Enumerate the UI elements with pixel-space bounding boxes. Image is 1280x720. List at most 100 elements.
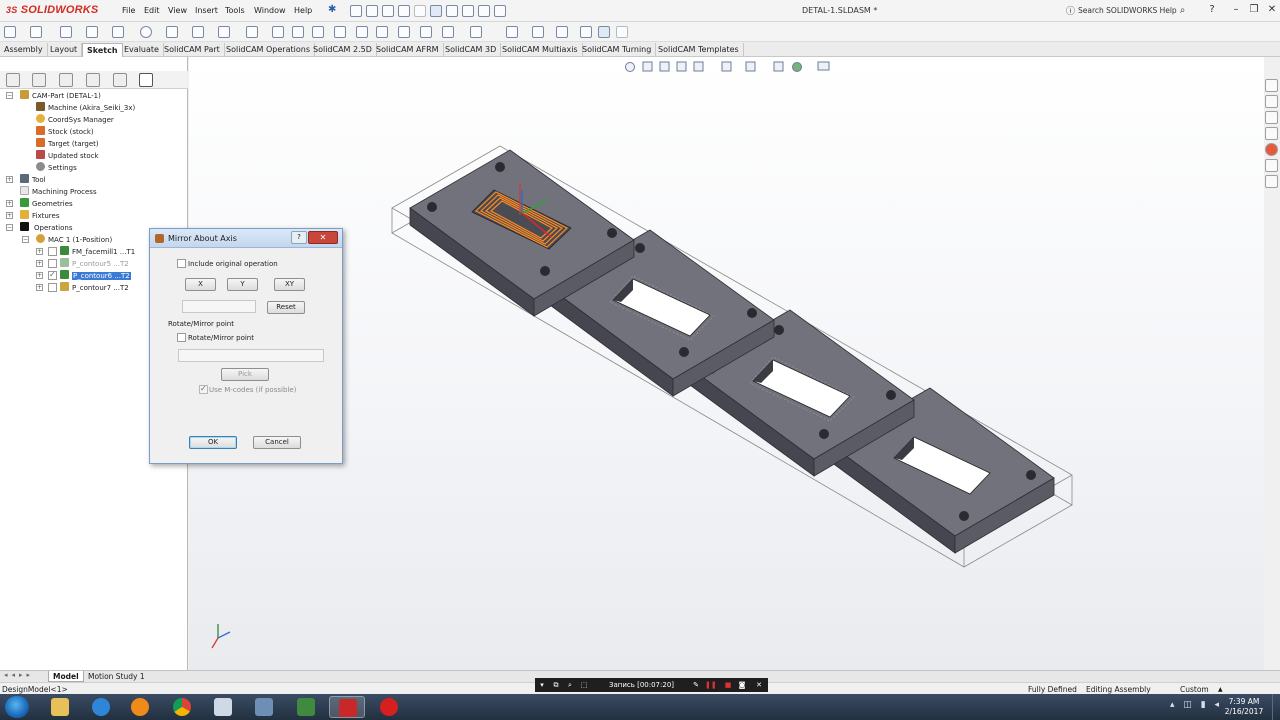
zoom-to-fit-icon[interactable] (625, 62, 635, 72)
tab-motion-study[interactable]: Motion Study 1 (84, 671, 149, 682)
move-entities-icon[interactable] (398, 26, 410, 38)
dimxpert-tab-icon[interactable] (86, 73, 100, 87)
menu-insert[interactable]: Insert (195, 6, 218, 15)
menu-edit[interactable]: Edit (144, 6, 160, 15)
sketch-icon[interactable] (4, 26, 16, 38)
use-mcodes-checkbox[interactable] (199, 384, 208, 394)
previous-view-icon[interactable] (659, 61, 670, 72)
property-manager-tab-icon[interactable] (32, 73, 46, 87)
tab-scroll-arrows-icon[interactable]: ◂◂▸▸ (4, 671, 34, 679)
search-icon[interactable]: ⌕ (1180, 5, 1186, 16)
solidcam-manager-tab-icon[interactable] (139, 73, 153, 87)
taskbar-explorer[interactable] (42, 696, 78, 718)
mirror-entities-icon[interactable] (292, 26, 304, 38)
tab-solidcam-multiaxis[interactable]: SolidCAM Multiaxis (498, 43, 583, 57)
configuration-tab-icon[interactable] (59, 73, 73, 87)
view-palette-icon[interactable] (1265, 127, 1278, 140)
taskbar-chrome[interactable] (164, 696, 200, 718)
dynamic-annotation-icon[interactable] (693, 61, 704, 72)
tree-item-op-contour5[interactable]: P_contour5 ...T2 (60, 258, 129, 269)
tab-sketch[interactable]: Sketch (82, 43, 123, 57)
reset-button[interactable]: Reset (267, 301, 305, 314)
help-search-input[interactable]: Search SOLIDWORKS Help (1078, 6, 1177, 15)
recorder-stop-icon[interactable]: ■ (723, 678, 733, 692)
tree-item-machine[interactable]: Machine (Akira_Seiki_3x) (36, 102, 135, 113)
rebuild-icon[interactable] (446, 5, 458, 17)
part-model[interactable] (189, 57, 1264, 670)
recorder-pause-icon[interactable]: ❚❚ (705, 678, 717, 692)
graphics-area[interactable] (189, 57, 1264, 670)
tree-item-mac[interactable]: MAC 1 (1-Position) (36, 234, 112, 245)
expand-icon[interactable]: + (36, 260, 43, 267)
rapid-sketch-icon[interactable] (506, 26, 518, 38)
collapse-icon[interactable]: − (6, 92, 13, 99)
tree-item-geometries[interactable]: Geometries (20, 198, 73, 209)
expand-icon[interactable]: + (36, 248, 43, 255)
text-icon[interactable] (272, 26, 284, 38)
options-gear-icon[interactable] (478, 5, 490, 17)
tree-item-op-contour6[interactable]: P_contour6 ...T2 (60, 270, 131, 281)
expand-icon[interactable]: + (36, 272, 43, 279)
recorder-menu-icon[interactable]: ▾ (537, 678, 547, 692)
display-style-icon[interactable] (745, 61, 756, 72)
tree-item-machining-process[interactable]: Machining Process (20, 186, 97, 197)
close-icon[interactable]: ✕ (1264, 3, 1280, 17)
zoom-area-icon[interactable] (642, 61, 653, 72)
sketch-edit-icon[interactable] (580, 26, 592, 38)
taskbar-recorder[interactable] (371, 696, 407, 718)
line-icon[interactable] (60, 26, 72, 38)
tree-item-operations[interactable]: Operations (20, 222, 72, 233)
restore-icon[interactable]: ❐ (1246, 3, 1262, 17)
menu-help[interactable]: Help (294, 6, 312, 15)
pick-button[interactable]: Pick (221, 368, 269, 381)
dialog-close-button[interactable]: ✕ (308, 231, 338, 244)
spline-icon[interactable] (218, 26, 230, 38)
tree-item-op-facemill[interactable]: FM_facemill1 ...T1 (60, 246, 135, 257)
tab-solidcam-templates[interactable]: SolidCAM Templates (654, 43, 744, 57)
op-visibility-checkbox[interactable] (48, 259, 57, 268)
linear-pattern-icon[interactable] (376, 26, 388, 38)
trim-icon[interactable] (312, 26, 324, 38)
menu-window[interactable]: Window (254, 6, 286, 15)
taskbar-notepad[interactable] (205, 696, 241, 718)
custom-properties-icon[interactable] (1265, 159, 1278, 172)
sketch-check-icon[interactable] (616, 26, 628, 38)
hide-show-items-icon[interactable] (773, 61, 784, 72)
menu-view[interactable]: View (168, 6, 187, 15)
fillet-icon[interactable] (246, 26, 258, 38)
menu-file[interactable]: File (122, 6, 135, 15)
save-icon[interactable] (382, 5, 394, 17)
tab-layout[interactable]: Layout (46, 43, 83, 57)
appearance-icon[interactable] (792, 62, 802, 72)
op-visibility-checkbox[interactable] (48, 270, 57, 280)
tab-assembly[interactable]: Assembly (0, 43, 48, 57)
file-properties-icon[interactable] (462, 5, 474, 17)
collapse-icon[interactable]: − (6, 224, 13, 231)
op-visibility-checkbox[interactable] (48, 247, 57, 256)
taskbar-media[interactable] (122, 696, 158, 718)
system-tray[interactable]: ▴ ◫ ▮ ◂ (1170, 700, 1222, 710)
recorder-close-icon[interactable]: ✕ (754, 678, 764, 692)
slot-icon[interactable] (112, 26, 124, 38)
arc-icon[interactable] (166, 26, 178, 38)
tree-item-updated-stock[interactable]: Updated stock (36, 150, 99, 161)
expand-icon[interactable]: + (36, 284, 43, 291)
include-original-checkbox[interactable] (177, 259, 186, 268)
recorder-webcam-icon[interactable]: ⧉ (551, 678, 561, 692)
home-icon[interactable] (1265, 79, 1278, 92)
circle-icon[interactable] (140, 26, 152, 38)
instant2d-icon[interactable] (532, 26, 544, 38)
smart-dimension-icon[interactable] (30, 26, 42, 38)
axis-result-field[interactable] (182, 300, 256, 313)
menu-tools[interactable]: Tools (225, 6, 245, 15)
quick-snaps-icon[interactable] (470, 26, 482, 38)
view-orientation-icon[interactable] (721, 61, 732, 72)
rotate-mirror-point-checkbox[interactable] (177, 333, 186, 342)
recorder-screenshot-icon[interactable]: ◙ (737, 678, 747, 692)
cancel-button[interactable]: Cancel (253, 436, 301, 449)
units-dropdown-icon[interactable]: ▲ (1218, 686, 1223, 693)
file-explorer-icon[interactable] (1265, 111, 1278, 124)
tab-solidcam-turning[interactable]: SolidCAM Turning (578, 43, 657, 57)
shaded-contours-icon[interactable] (556, 26, 568, 38)
expand-icon[interactable]: + (6, 200, 13, 207)
